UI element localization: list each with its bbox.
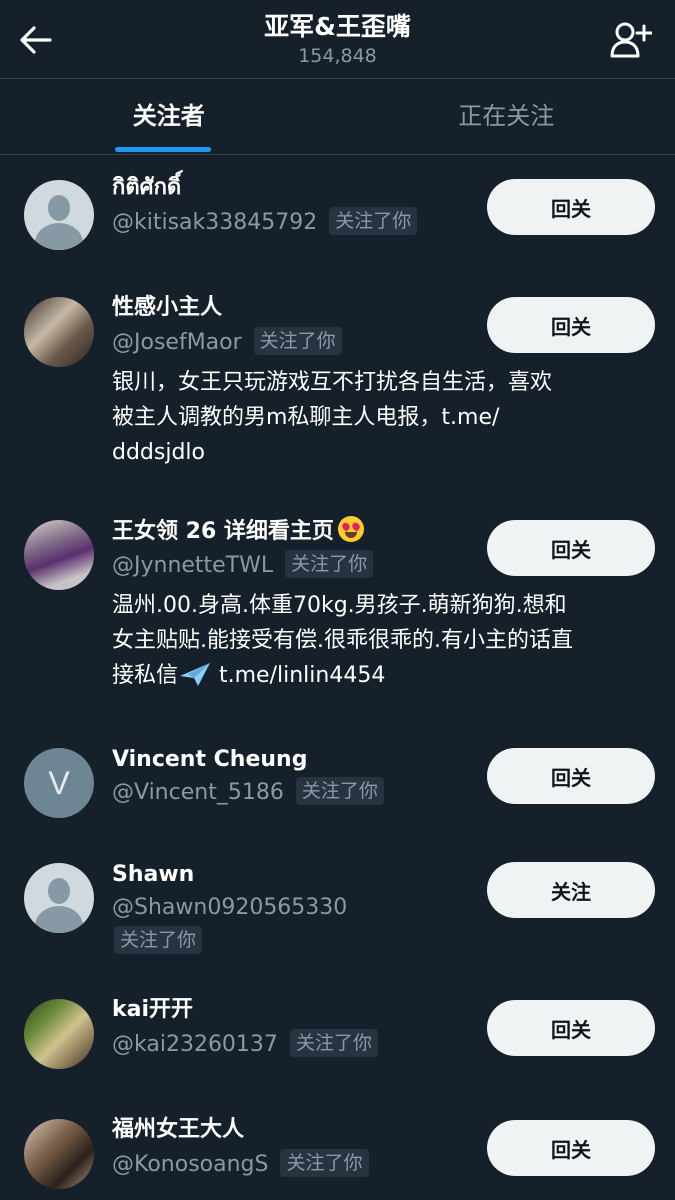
follows-you-badge: 关注了你: [289, 1029, 378, 1057]
list-item[interactable]: 性感小主人 @JosefMaor 关注了你 银川，女王只玩游戏互不打扰各自生活，喜…: [0, 275, 675, 495]
user-bio: 银川，女王只玩游戏互不打扰各自生活，喜欢 被主人调教的男m私聊主人电报，t.me…: [112, 365, 652, 470]
list-item[interactable]: kai开开 @kai23260137 关注了你 回关: [0, 985, 675, 1095]
user-handle-line: @KonosoangS 关注了你: [112, 1149, 369, 1180]
follows-you-badge: 关注了你: [253, 327, 342, 355]
follow-back-button[interactable]: 回关: [487, 1000, 655, 1056]
user-name[interactable]: 福州女王大人: [112, 1115, 244, 1145]
follow-back-button[interactable]: 回关: [487, 520, 655, 576]
list-item[interactable]: กิติศักดิ์ @kitisak33845792 关注了你 回关: [0, 155, 675, 265]
follows-you-badge: 关注了你: [295, 777, 384, 805]
top-bar: 亚军&王歪嘴 154,848: [0, 0, 675, 78]
user-handle: @JosefMaor: [112, 330, 242, 355]
avatar[interactable]: [24, 1119, 94, 1189]
user-name[interactable]: kai开开: [112, 995, 193, 1025]
title-block: 亚军&王歪嘴 154,848: [0, 10, 675, 68]
avatar[interactable]: [24, 520, 94, 590]
bio-link[interactable]: t.me/linlin4454: [212, 663, 385, 688]
bio-line: 银川，女王只玩游戏互不打扰各自生活，喜欢: [112, 370, 553, 395]
user-handle-line: @Vincent_5186 关注了你: [112, 777, 384, 808]
add-user-button[interactable]: [609, 18, 653, 62]
follow-back-button[interactable]: 回关: [487, 297, 655, 353]
follow-button[interactable]: 关注: [487, 862, 655, 918]
bio-line: 女主贴贴.能接受有偿.很乖很乖的.有小主的话直: [112, 628, 573, 653]
bio-line: 温州.00.身高.体重70kg.男孩子.萌新狗狗.想和: [112, 593, 567, 618]
active-tab-indicator: [115, 147, 211, 152]
follow-back-button[interactable]: 回关: [487, 748, 655, 804]
avatar[interactable]: [24, 297, 94, 367]
list-item[interactable]: 福州女王大人 @KonosoangS 关注了你 回关: [0, 1105, 675, 1200]
tab-followers[interactable]: 关注者: [0, 79, 338, 154]
user-handle: @Vincent_5186: [112, 780, 284, 805]
avatar[interactable]: [24, 180, 94, 250]
default-avatar-body: [35, 223, 83, 250]
user-handle-line: @JynnetteTWL 关注了你: [112, 550, 374, 581]
heart-eyes-emoji-icon: [337, 516, 364, 542]
user-handle: @kai23260137: [112, 1032, 278, 1057]
user-handle-line: @JosefMaor 关注了你: [112, 327, 342, 358]
tab-following[interactable]: 正在关注: [338, 79, 675, 154]
user-bio: 温州.00.身高.体重70kg.男孩子.萌新狗狗.想和 女主贴贴.能接受有偿.很…: [112, 588, 652, 693]
follower-count: 154,848: [298, 45, 377, 67]
user-handle-line: @kai23260137 关注了你: [112, 1029, 378, 1060]
user-handle: @JynnetteTWL: [112, 553, 274, 578]
avatar[interactable]: [24, 863, 94, 933]
tab-bar: 关注者 正在关注: [0, 79, 675, 154]
list-item[interactable]: Shawn @Shawn0920565330 关注了你 关注: [0, 850, 675, 975]
user-name-line[interactable]: 王女领 26 详细看主页: [112, 516, 364, 547]
page-title: 亚军&王歪嘴: [264, 12, 411, 41]
list-item[interactable]: 王女领 26 详细看主页 @JynnetteTWL 关注了你 温州.00.身高.体…: [0, 498, 675, 723]
follows-you-badge: 关注了你: [114, 926, 203, 954]
bio-line: 接私信 t.me/linlin4454: [112, 658, 652, 693]
add-user-icon: [610, 22, 652, 58]
user-handle: @kitisak33845792: [112, 210, 318, 235]
user-name[interactable]: Shawn: [112, 860, 194, 890]
follows-you-badge: 关注了你: [285, 550, 374, 578]
user-name[interactable]: 性感小主人: [112, 293, 222, 323]
follows-you-badge: 关注了你: [280, 1149, 369, 1177]
default-avatar-head: [48, 195, 70, 221]
list-item[interactable]: V Vincent Cheung @Vincent_5186 关注了你 回关: [0, 730, 675, 840]
follow-back-button[interactable]: 回关: [487, 179, 655, 235]
bio-line: dddsjdlo: [112, 440, 206, 465]
user-name: 王女领 26 详细看主页: [112, 519, 334, 544]
default-avatar-head: [48, 878, 70, 904]
follow-back-button[interactable]: 回关: [487, 1120, 655, 1176]
bio-text: 接私信: [112, 663, 179, 688]
user-handle: @KonosoangS: [112, 1152, 269, 1177]
airplane-icon: [180, 663, 211, 686]
avatar[interactable]: V: [24, 748, 94, 818]
user-handle-line: @kitisak33845792 关注了你: [112, 207, 418, 238]
user-name[interactable]: Vincent Cheung: [112, 745, 307, 775]
default-avatar-body: [35, 906, 83, 933]
user-name[interactable]: กิติศักดิ์: [112, 173, 181, 203]
follows-you-badge: 关注了你: [329, 207, 418, 235]
user-handle: @Shawn0920565330: [112, 895, 348, 920]
bio-line: 被主人调教的男m私聊主人电报，t.me/: [112, 405, 500, 430]
avatar[interactable]: [24, 999, 94, 1069]
